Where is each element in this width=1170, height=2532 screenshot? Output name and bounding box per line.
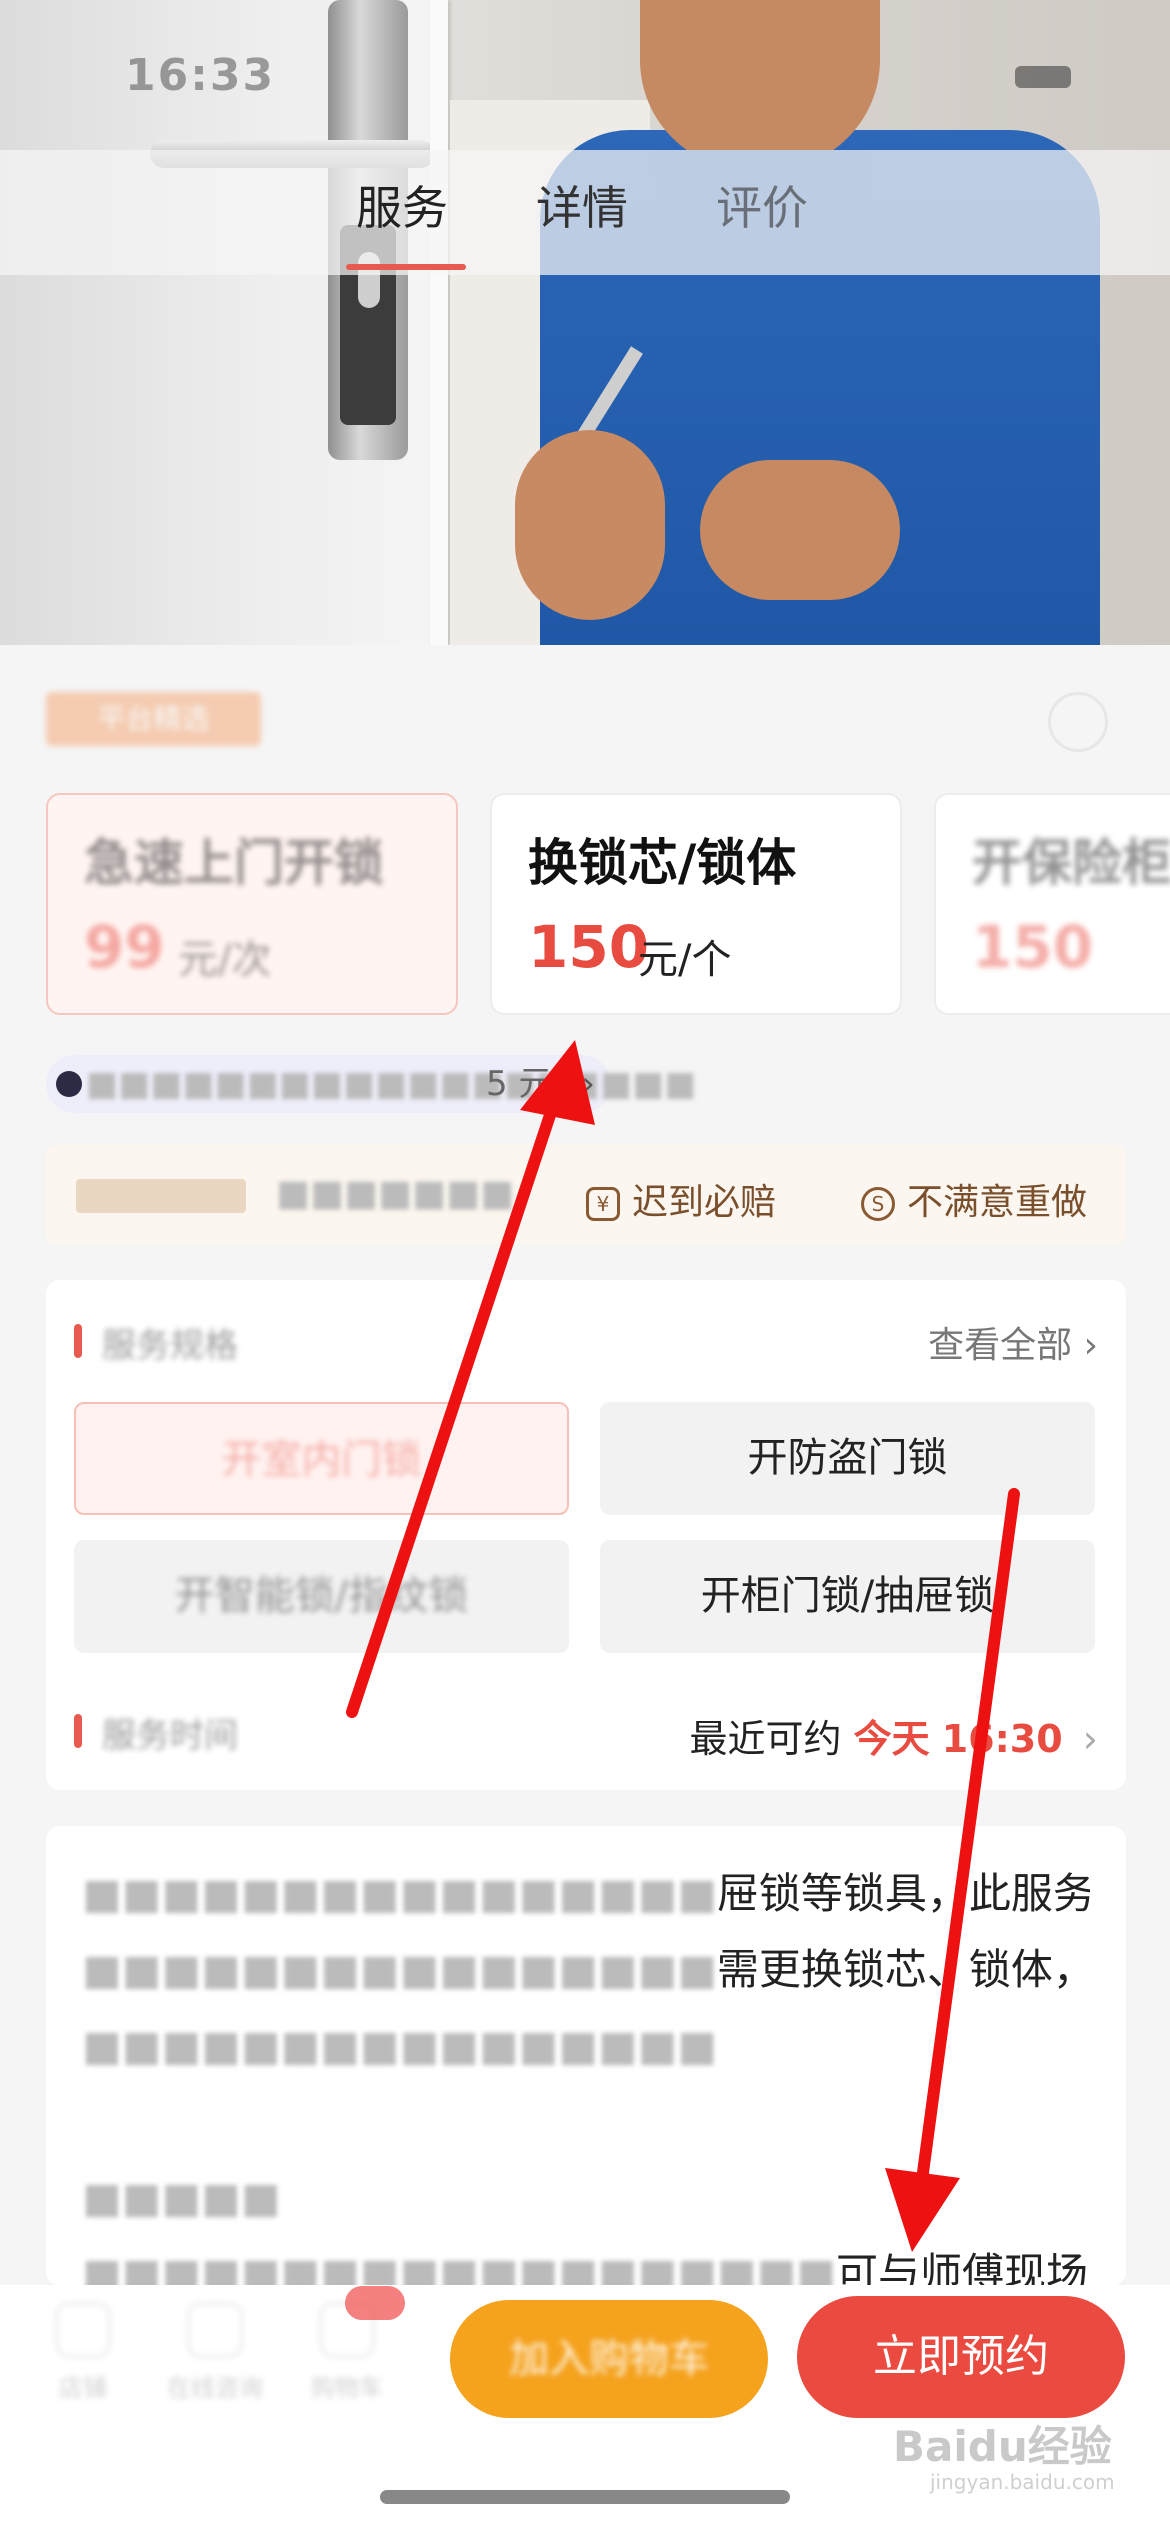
spec-chip-smart-lock[interactable]: 开智能锁/指纹锁 [74, 1540, 569, 1653]
spec-chip-cabinet[interactable]: 开柜门锁/抽屉锁 [600, 1540, 1095, 1653]
schedule-time: 16:30 [941, 1717, 1063, 1761]
desc-line-2: ■■■■■■■■■■■■■■■■需更换锁芯、锁体，需 [82, 1932, 1090, 2008]
view-all-link[interactable]: 查看全部 › [928, 1316, 1098, 1368]
yen-shield-icon: ¥ [586, 1187, 620, 1221]
guarantee-redo: S 不满意重做 [861, 1173, 1087, 1225]
door-edge [430, 0, 448, 645]
product-price: 150 [528, 913, 650, 981]
store-icon [55, 2302, 111, 2358]
schedule-today: 今天 [853, 1717, 930, 1761]
section-marker [74, 1714, 82, 1748]
tab-reviews[interactable]: 评价 [716, 172, 808, 238]
desc-line-3: ■■■■■■■■■■■■■■■■ [82, 2021, 717, 2070]
desc-line-4: ■■■■■ [82, 2173, 281, 2222]
schedule-link[interactable]: 最近可约 今天 16:30 › [690, 1708, 1098, 1763]
chevron-right-icon: › [581, 1064, 595, 1104]
desc-text: 屉锁等锁具，此服务不 [716, 1869, 1090, 1918]
product-unit: 元/个 [638, 937, 732, 983]
coupon-banner[interactable]: ■■■■■■■■■■■■■■■■■■■ 5 元 › [46, 1055, 696, 1113]
status-time: 16:33 [125, 50, 276, 101]
tab-bar: 服务 详情 评价 [0, 150, 1170, 275]
coupon-amount: 5 元 [486, 1064, 553, 1104]
product-card-replace-core[interactable]: 换锁芯/锁体 150 元/个 [490, 793, 902, 1015]
tab-details[interactable]: 详情 [536, 172, 628, 238]
service-spec-panel: 服务规格 查看全部 › 开室内门锁 开防盗门锁 开智能锁/指纹锁 开柜门锁/抽屉… [46, 1280, 1126, 1790]
spec-chip-indoor[interactable]: 开室内门锁 [74, 1402, 569, 1515]
product-name: 急速上门开锁 [84, 834, 384, 892]
store-button[interactable]: 店铺 [28, 2302, 138, 2403]
guarantee-strip[interactable]: ■■■■■■■ ¥ 迟到必赔 S 不满意重做 [46, 1145, 1126, 1245]
chat-icon [187, 2302, 243, 2358]
guarantee-label: 迟到必赔 [632, 1182, 777, 1223]
product-card-unlock[interactable]: 急速上门开锁 99 元/次 [46, 793, 458, 1015]
product-price: 150 [972, 913, 1094, 981]
home-indicator [380, 2490, 790, 2504]
baidu-watermark-url: jingyan.baidu.com [930, 2470, 1115, 2494]
product-price: 99 [84, 913, 165, 981]
guarantee-blurred: ■■■■■■■ [276, 1173, 515, 1214]
product-name: 开保险柜 [972, 834, 1170, 892]
section-marker [74, 1324, 82, 1358]
product-unit: 元/次 [178, 937, 272, 983]
cart-label: 购物车 [311, 2374, 383, 2402]
spec-title: 服务规格 [102, 1326, 238, 1366]
chip-label: 开室内门锁 [221, 1437, 422, 1483]
add-to-cart-label: 加入购物车 [509, 2336, 709, 2382]
chip-label: 开智能锁/指纹锁 [174, 1573, 469, 1619]
tab-service[interactable]: 服务 [356, 172, 448, 238]
spec-chip-security-door[interactable]: 开防盗门锁 [600, 1402, 1095, 1515]
book-now-button[interactable]: 立即预约 [797, 2296, 1125, 2418]
technician-hand-right [700, 460, 900, 600]
view-all-label: 查看全部 [928, 1325, 1073, 1366]
add-to-cart-button[interactable]: 加入购物车 [450, 2300, 768, 2418]
store-label: 店铺 [59, 2374, 107, 2402]
desc-line-1: ■■■■■■■■■■■■■■■■屉锁等锁具，此服务不 [82, 1856, 1090, 1932]
favorite-heart-icon[interactable] [1048, 692, 1108, 752]
guarantee-label: 不满意重做 [907, 1182, 1088, 1223]
battery-icon [1015, 66, 1071, 88]
desc-text: 需更换锁芯、锁体，需 [716, 1945, 1090, 1994]
coupon-blurred-text: ■■■■■■■■■■■■■■■■■■■ [86, 1064, 697, 1104]
consult-button[interactable]: 在线咨询 [160, 2302, 270, 2403]
redo-icon: S [861, 1187, 895, 1221]
platform-badge: 平台精选 [46, 692, 261, 746]
consult-label: 在线咨询 [167, 2374, 263, 2402]
guarantee-late-pay: ¥ 迟到必赔 [586, 1173, 776, 1225]
service-description: ■■■■■■■■■■■■■■■■屉锁等锁具，此服务不 ■■■■■■■■■■■■■… [46, 1826, 1126, 2298]
product-card-safe[interactable]: 开保险柜 150 [934, 793, 1170, 1015]
active-tab-indicator [346, 264, 466, 270]
baidu-watermark: Baidu经验 [893, 2422, 1112, 2471]
desc-blurred: ■■■■■■■■■■■■■■■■ [82, 1869, 717, 1918]
schedule-prefix: 最近可约 [689, 1717, 842, 1761]
product-name: 换锁芯/锁体 [528, 834, 797, 892]
guarantee-tag [76, 1179, 246, 1213]
chevron-right-icon: › [1082, 1717, 1098, 1761]
coupon-icon [56, 1071, 82, 1097]
technician-hand-left [515, 430, 665, 620]
desc-line-blank [82, 2084, 1090, 2160]
cart-count-badge [345, 2286, 405, 2320]
schedule-title: 服务时间 [102, 1716, 238, 1756]
desc-blurred: ■■■■■■■■■■■■■■■■ [82, 1945, 717, 1994]
